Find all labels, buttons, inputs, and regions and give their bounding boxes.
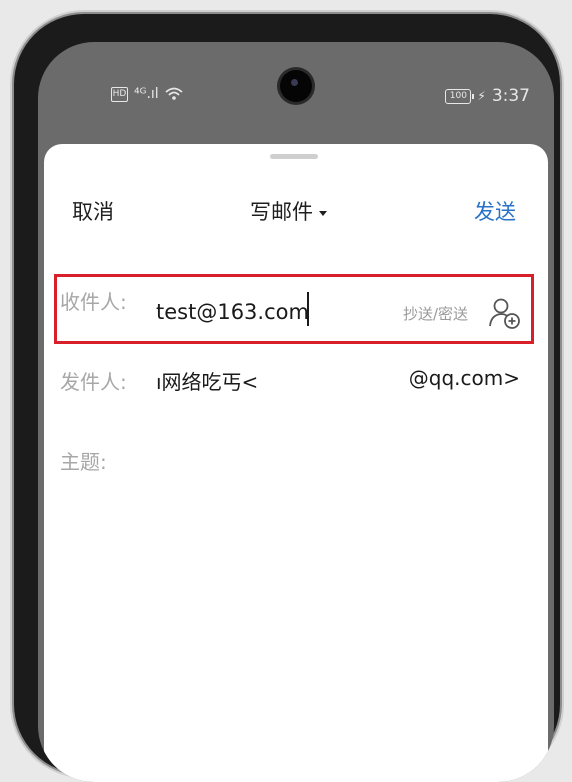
send-button[interactable]: 发送 — [474, 196, 516, 226]
front-camera — [280, 70, 312, 102]
compose-toolbar: 取消 写邮件 发送 — [44, 192, 548, 228]
recipient-row: 收件人: test@163.com 抄送/密送 — [44, 276, 548, 329]
sender-name: ı网络吃丐< — [156, 370, 259, 394]
subject-label: 主题: — [60, 450, 107, 474]
recipient-label: 收件人: — [60, 290, 127, 314]
text-cursor — [307, 292, 309, 326]
recipient-input[interactable]: test@163.com — [156, 300, 309, 324]
cancel-button[interactable]: 取消 — [72, 196, 114, 226]
phone-frame: HD ⁴ᴳ.ıl 100 ⚡ 3:37 取消 写邮件 发送 收件人: test@… — [14, 14, 560, 782]
status-bar: HD ⁴ᴳ.ıl 100 ⚡ 3:37 — [38, 42, 554, 142]
add-contact-icon[interactable] — [488, 296, 522, 330]
caret-down-icon — [319, 210, 327, 216]
wifi-icon — [165, 87, 183, 100]
sender-label: 发件人: — [60, 370, 127, 394]
phone-screen: HD ⁴ᴳ.ıl 100 ⚡ 3:37 取消 写邮件 发送 收件人: test@… — [38, 42, 554, 782]
cc-bcc-button[interactable]: 抄送/密送 — [403, 303, 468, 324]
status-left: HD ⁴ᴳ.ıl — [111, 86, 183, 102]
compose-sheet: 取消 写邮件 发送 收件人: test@163.com 抄送/密送 发件人: ı… — [44, 144, 548, 782]
drag-handle[interactable] — [270, 154, 318, 159]
status-right: 100 ⚡ 3:37 — [445, 86, 530, 106]
signal-icon: ⁴ᴳ.ıl — [134, 86, 159, 102]
sender-row[interactable]: 发件人: ı网络吃丐< @qq.com> — [44, 356, 548, 406]
hd-icon: HD — [111, 86, 128, 102]
compose-title-dropdown[interactable]: 写邮件 — [250, 196, 327, 226]
clock: 3:37 — [491, 86, 530, 106]
charging-icon: ⚡ — [477, 89, 486, 103]
compose-title: 写邮件 — [250, 200, 313, 224]
battery-icon: 100 — [445, 88, 475, 104]
sender-email: @qq.com> — [408, 366, 520, 390]
subject-row[interactable]: 主题: — [44, 436, 548, 486]
